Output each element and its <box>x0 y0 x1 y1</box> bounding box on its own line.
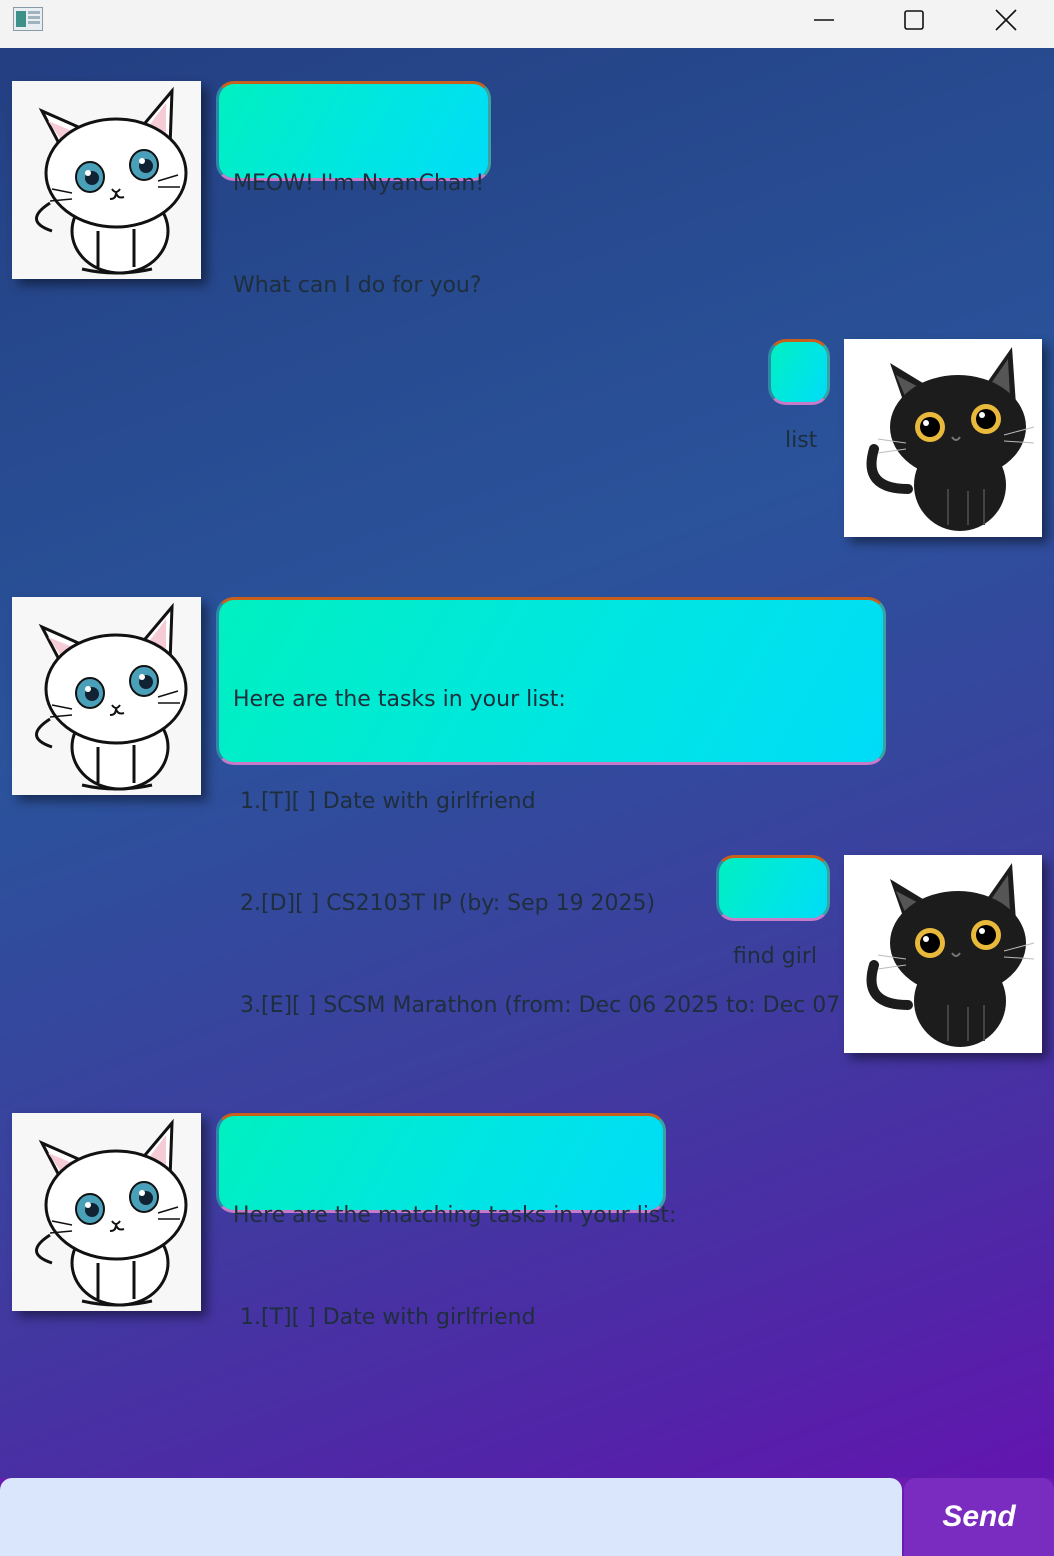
minimize-icon <box>814 19 834 21</box>
maximize-icon <box>904 10 924 30</box>
user-message-bubble: list <box>768 339 830 453</box>
message-line: 1.[T][ ] Date with girlfriend <box>233 789 536 814</box>
message-line: find girl <box>733 944 817 969</box>
bot-avatar <box>12 1113 201 1311</box>
bot-message-bubble: MEOW! I'm NyanChan! What can I do for yo… <box>216 81 491 298</box>
bot-message-bubble: Here are the matching tasks in your list… <box>216 1113 676 1330</box>
user-avatar <box>844 855 1042 1053</box>
minimize-button[interactable] <box>778 0 870 40</box>
white-cat-icon <box>35 86 188 275</box>
chat-scroll-area[interactable]: MEOW! I'm NyanChan! What can I do for yo… <box>0 48 1054 1478</box>
message-line: MEOW! I'm NyanChan! <box>233 171 485 196</box>
message-line: What can I do for you? <box>233 273 482 298</box>
white-cat-icon <box>35 1118 188 1307</box>
message-line: 1.[T][ ] Date with girlfriend <box>233 1305 536 1330</box>
close-icon <box>995 9 1017 31</box>
close-button[interactable] <box>960 0 1052 40</box>
user-message-bubble: find girl <box>716 855 830 969</box>
maximize-button[interactable] <box>868 0 960 40</box>
bot-message-bubble: Here are the tasks in your list: 1.[T][ … <box>216 597 912 1018</box>
message-line: Here are the tasks in your list: <box>233 687 566 712</box>
message-line: list <box>785 428 818 453</box>
bot-avatar <box>12 597 201 795</box>
input-bar: Send <box>0 1478 1054 1556</box>
black-cat-icon <box>866 347 1035 531</box>
message-line: Here are the matching tasks in your list… <box>233 1203 677 1228</box>
message-input[interactable] <box>0 1478 902 1556</box>
white-cat-icon <box>35 602 188 791</box>
app-window: MEOW! I'm NyanChan! What can I do for yo… <box>0 0 1054 1556</box>
user-avatar <box>844 339 1042 537</box>
send-button-label: Send <box>942 1500 1016 1533</box>
bot-avatar <box>12 81 201 279</box>
send-button[interactable]: Send <box>904 1478 1054 1556</box>
app-icon <box>13 7 43 31</box>
black-cat-icon <box>866 863 1035 1047</box>
title-bar <box>0 0 1054 48</box>
